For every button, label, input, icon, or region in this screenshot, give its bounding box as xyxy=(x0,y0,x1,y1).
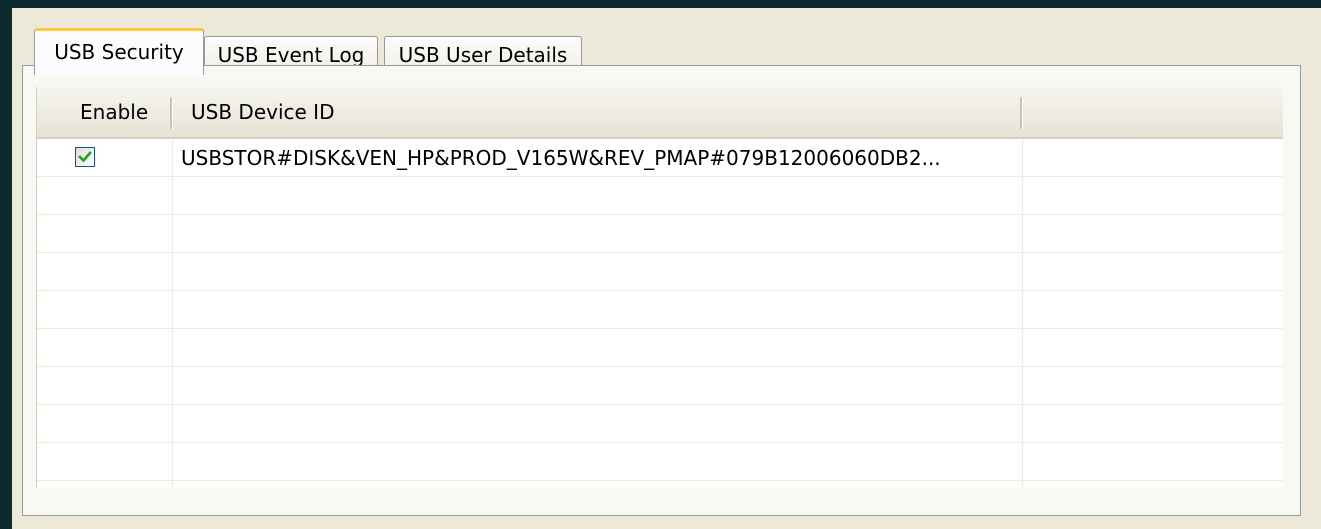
empty-row xyxy=(37,253,1283,291)
tab-label: USB Event Log xyxy=(217,43,365,67)
list-body: USBSTOR#DISK&VEN_HP&PROD_V165W&REV_PMAP#… xyxy=(37,139,1283,481)
list-header: Enable USB Device ID xyxy=(37,87,1283,139)
empty-row xyxy=(37,329,1283,367)
tab-usb-security[interactable]: USB Security xyxy=(34,28,204,75)
empty-row xyxy=(37,177,1283,215)
tab-label: USB Security xyxy=(54,40,184,64)
table-row[interactable]: USBSTOR#DISK&VEN_HP&PROD_V165W&REV_PMAP#… xyxy=(37,139,1283,177)
column-header-enable[interactable]: Enable xyxy=(37,87,171,137)
empty-row xyxy=(37,367,1283,405)
empty-row xyxy=(37,215,1283,253)
empty-row xyxy=(37,291,1283,329)
empty-row xyxy=(37,443,1283,481)
column-gridline xyxy=(1022,139,1023,488)
tab-label: USB User Details xyxy=(398,43,568,67)
column-gridline xyxy=(172,139,173,488)
column-header-empty[interactable] xyxy=(1023,87,1283,137)
empty-row xyxy=(37,405,1283,443)
enable-checkbox[interactable] xyxy=(75,147,95,167)
column-header-usb-device-id[interactable]: USB Device ID xyxy=(173,87,1021,137)
checkmark-icon xyxy=(78,151,92,163)
usb-device-list[interactable]: Enable USB Device ID USBSTOR#DISK&VEN_HP… xyxy=(36,87,1283,488)
usb-device-id-cell: USBSTOR#DISK&VEN_HP&PROD_V165W&REV_PMAP#… xyxy=(181,146,941,170)
